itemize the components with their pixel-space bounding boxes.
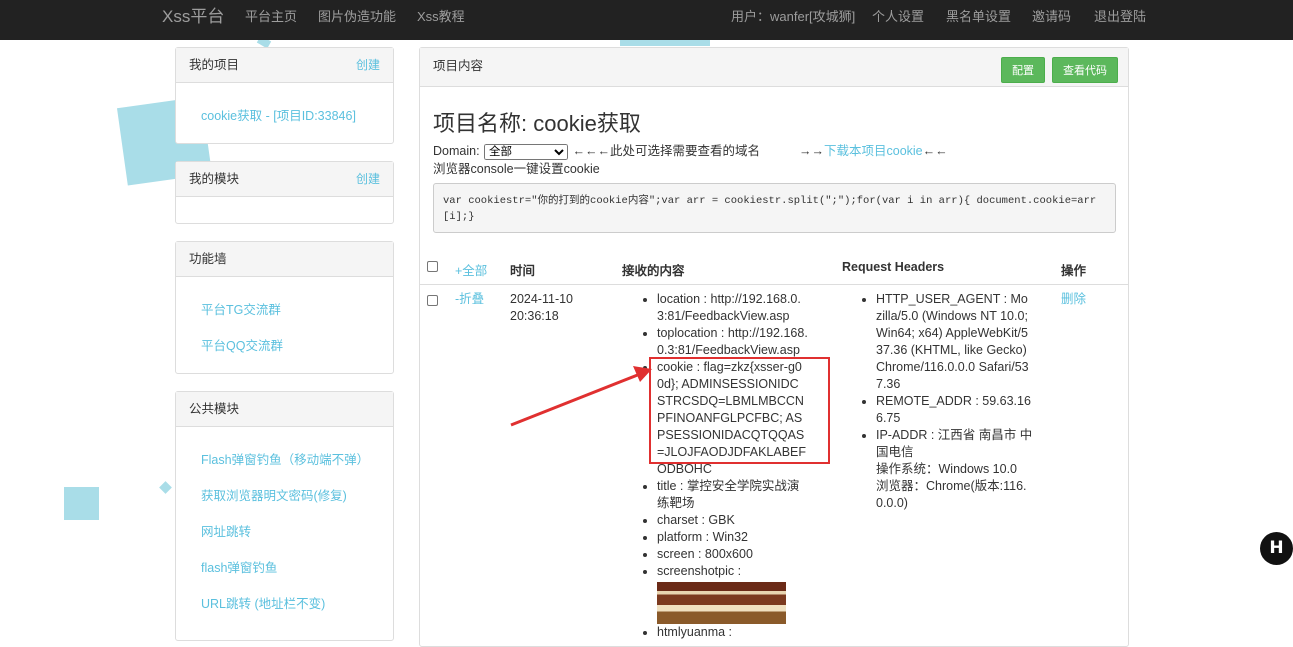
red-arrow-annotation bbox=[510, 366, 652, 427]
content-item: htmlyuanma : bbox=[657, 624, 809, 641]
h-logo-icon[interactable]: H bbox=[1260, 532, 1293, 565]
